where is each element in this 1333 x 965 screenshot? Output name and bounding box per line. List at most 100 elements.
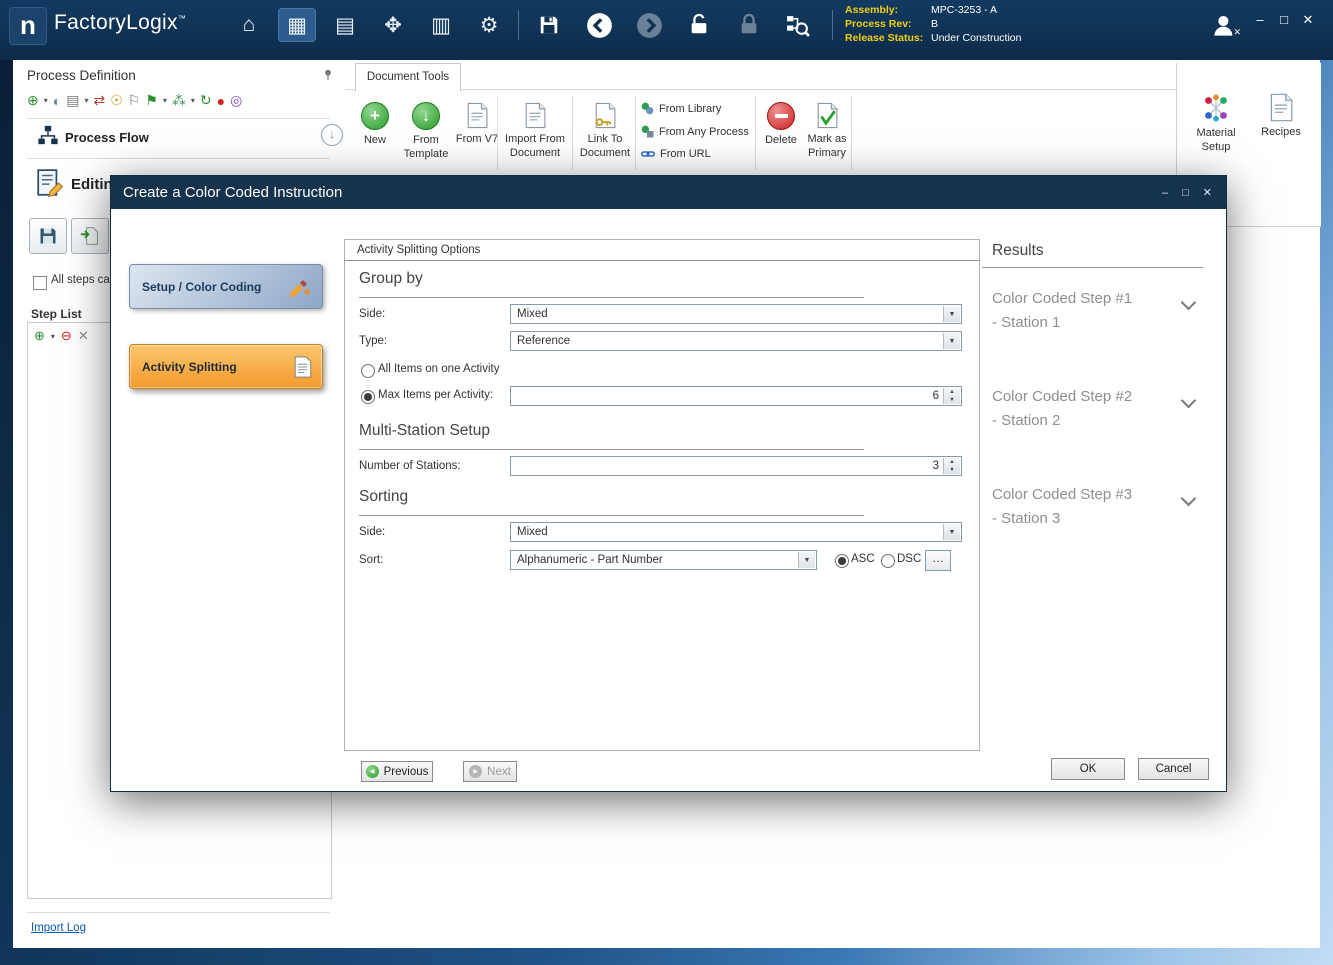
delete-icon <box>767 102 795 130</box>
result-item[interactable]: Color Coded Step #3 - Station 3 <box>992 483 1172 531</box>
from-any-process-button[interactable]: From Any Process <box>641 125 749 138</box>
window-close-button[interactable]: ✕ <box>1298 12 1318 28</box>
result-item[interactable]: Color Coded Step #1 - Station 1 <box>992 287 1172 335</box>
caret-icon[interactable]: ▾ <box>84 96 88 105</box>
cancel-button[interactable]: Cancel <box>1138 758 1209 780</box>
production-icon[interactable]: ✥ <box>374 8 412 42</box>
max-items-radio[interactable] <box>361 390 375 404</box>
floppy-icon <box>38 226 58 246</box>
sort-select[interactable]: Alphanumeric - Part Number ▼ <box>510 550 817 570</box>
chevron-down-icon[interactable] <box>1181 491 1197 507</box>
recipes-button[interactable]: Recipes <box>1253 93 1309 167</box>
collapse-section-icon[interactable]: ↓ <box>321 124 343 146</box>
from-library-button[interactable]: From Library <box>641 102 721 115</box>
chevron-down-icon[interactable]: ▼ <box>943 333 960 349</box>
caret-icon[interactable]: ▾ <box>51 332 55 341</box>
from-any-process-label: From Any Process <box>659 126 749 138</box>
remove-step-icon[interactable]: ⊖ <box>61 328 72 344</box>
dialog-maximize-button[interactable]: □ <box>1182 187 1189 199</box>
stepper-up-icon[interactable]: ▲ <box>944 388 960 396</box>
documents-icon[interactable]: ▤ <box>326 8 364 42</box>
ok-button[interactable]: OK <box>1051 758 1125 780</box>
dialog-close-button[interactable]: ✕ <box>1203 186 1212 199</box>
stepper-down-icon[interactable]: ▼ <box>944 396 960 404</box>
chevron-down-icon[interactable] <box>1181 393 1197 409</box>
sort-value: Alphanumeric - Part Number <box>517 554 663 566</box>
all-items-label: All Items on one Activity <box>378 363 499 375</box>
import-log-link[interactable]: Import Log <box>31 922 86 934</box>
assign-user-icon[interactable]: ☉ <box>110 92 123 109</box>
from-template-button[interactable]: ↓ From Template <box>399 98 453 172</box>
link-to-document-button[interactable]: Link To Document <box>576 98 634 172</box>
refresh-icon[interactable]: ↻ <box>200 92 212 109</box>
user-flag-icon[interactable]: ⚐ <box>128 92 141 109</box>
stepper-up-icon[interactable]: ▲ <box>944 458 960 466</box>
user-icon[interactable]: ✕ <box>1205 8 1243 42</box>
copy-pages-icon[interactable]: ▥ <box>422 8 460 42</box>
all-items-radio[interactable] <box>361 364 375 378</box>
dialog-minimize-button[interactable]: – <box>1162 187 1168 199</box>
caret-icon[interactable]: ▾ <box>191 96 195 105</box>
all-steps-checkbox[interactable] <box>33 276 47 290</box>
print-icon[interactable]: ▤ <box>66 92 79 109</box>
ok-label: OK <box>1080 763 1097 775</box>
flag-icon[interactable]: ⚑ <box>145 92 158 109</box>
save-step-button[interactable] <box>29 218 67 254</box>
stepper-down-icon[interactable]: ▼ <box>944 466 960 474</box>
brand-text: FactoryLogix <box>54 11 178 34</box>
caret-icon[interactable]: ▾ <box>163 96 167 105</box>
add-step-icon[interactable]: ⊕ <box>34 328 45 344</box>
mark-as-primary-button[interactable]: Mark as Primary <box>803 98 851 172</box>
setup-color-coding-nav-button[interactable]: Setup / Color Coding <box>129 264 323 309</box>
hierarchy-icon[interactable]: ⁂ <box>172 92 186 109</box>
stations-stepper[interactable]: 3 ▲▼ <box>510 456 962 476</box>
delete-step-icon[interactable]: ✕ <box>78 328 89 344</box>
process-search-icon[interactable] <box>778 8 816 42</box>
unlock-icon[interactable] <box>680 8 718 42</box>
previous-button[interactable]: ◀ Previous <box>361 761 433 782</box>
activity-splitting-nav-button[interactable]: Activity Splitting <box>129 344 323 389</box>
settings-gear-icon[interactable]: ⚙ <box>470 8 508 42</box>
from-url-button[interactable]: From URL <box>641 148 711 160</box>
material-setup-button[interactable]: Material Setup <box>1185 93 1247 167</box>
app-logo: n <box>9 7 47 45</box>
new-document-button[interactable]: + New <box>353 98 397 172</box>
back-icon[interactable] <box>580 8 618 42</box>
side-select[interactable]: Mixed ▼ <box>510 304 962 324</box>
status-icon[interactable]: ◎ <box>230 92 242 109</box>
link-icon[interactable]: ◐ <box>53 93 61 109</box>
type-select[interactable]: Reference ▼ <box>510 331 962 351</box>
result-item[interactable]: Color Coded Step #2 - Station 2 <box>992 385 1172 433</box>
max-items-stepper[interactable]: 6 ▲▼ <box>510 386 962 406</box>
chevron-down-icon[interactable]: ▼ <box>798 552 815 568</box>
chevron-down-icon[interactable]: ▼ <box>943 524 960 540</box>
window-minimize-button[interactable]: – <box>1250 12 1270 27</box>
caret-icon[interactable]: ▾ <box>44 96 48 105</box>
window-maximize-button[interactable]: □ <box>1274 12 1294 27</box>
home-icon[interactable]: ⌂ <box>230 8 268 42</box>
chevron-down-icon[interactable]: ▼ <box>943 306 960 322</box>
add-step-icon[interactable]: ⊕ <box>27 92 39 109</box>
next-icon: ▶ <box>469 765 482 778</box>
results-heading: Results <box>992 242 1044 260</box>
transfer-icon[interactable]: ⇄ <box>93 92 105 109</box>
save-icon[interactable] <box>530 8 568 42</box>
plus-glyph: + <box>370 106 380 126</box>
dsc-radio[interactable] <box>881 554 895 568</box>
sort-more-button[interactable]: … <box>925 550 951 571</box>
record-icon[interactable]: ● <box>217 93 225 109</box>
sort-side-select[interactable]: Mixed ▼ <box>510 522 962 542</box>
from-v7-button[interactable]: From V7 <box>455 98 499 172</box>
pin-icon[interactable] <box>321 68 335 82</box>
delete-document-button[interactable]: Delete <box>761 98 801 172</box>
chevron-down-icon[interactable] <box>1181 295 1197 311</box>
ribbon-separator <box>635 96 636 170</box>
tab-document-tools[interactable]: Document Tools <box>355 63 461 92</box>
process-editor-icon[interactable]: ▦ <box>278 8 316 42</box>
asc-radio[interactable] <box>835 554 849 568</box>
delete-label: Delete <box>765 134 797 148</box>
dialog-title-bar[interactable]: Create a Color Coded Instruction <box>111 176 1226 209</box>
import-button[interactable] <box>71 218 109 254</box>
from-library-icon <box>641 102 654 115</box>
import-from-document-button[interactable]: Import From Document <box>501 98 569 172</box>
